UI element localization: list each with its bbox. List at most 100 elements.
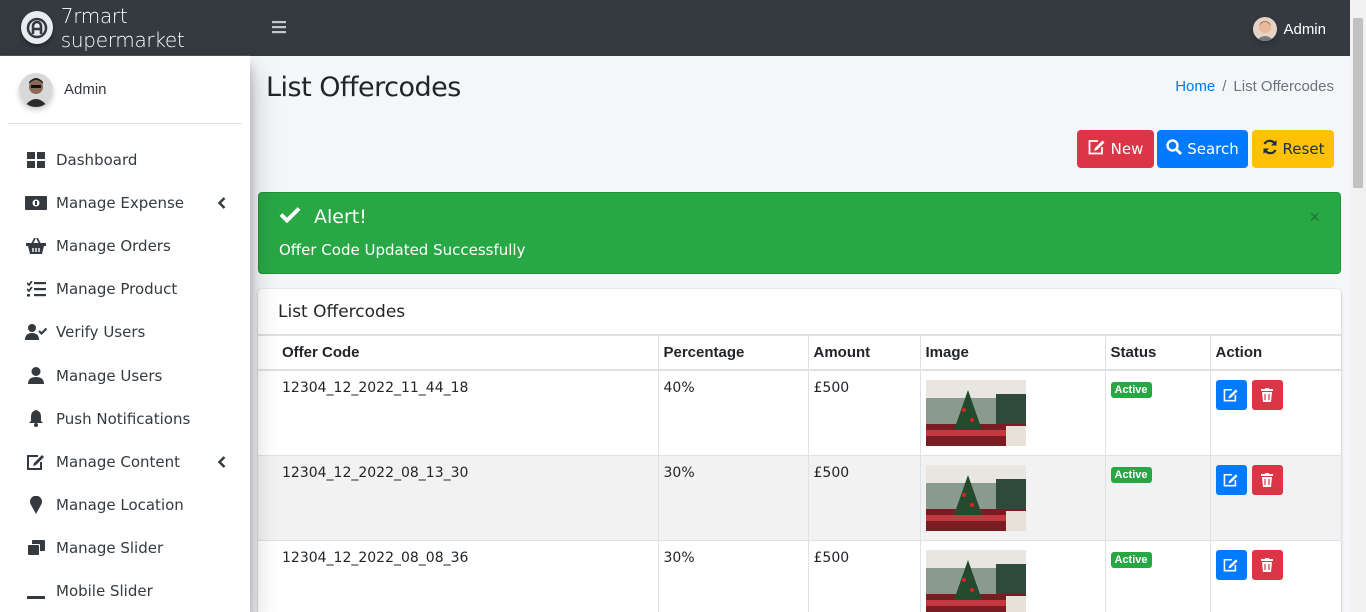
sidebar: Admin Dashboard Manage Expense Manage Or… (0, 56, 250, 612)
sidebar-item-manage-orders[interactable]: Manage Orders (8, 224, 242, 267)
sidebar-user-name[interactable]: Admin (64, 81, 107, 98)
status-badge[interactable]: Active (1110, 381, 1152, 398)
percentage-cell: 40% (657, 369, 809, 456)
column-header-image[interactable]: Image (919, 335, 1106, 371)
table-row: 12304_12_2022_08_13_30 30% £500 Active (258, 454, 1341, 541)
sidebar-item-label: Push Notifications (56, 409, 191, 428)
breadcrumb: Home / List Offercodes (1175, 78, 1334, 95)
top-user-menu[interactable]: Admin (1253, 17, 1326, 41)
table-row: 12304_12_2022_11_44_18 40% £500 Active (258, 369, 1341, 456)
column-header-action[interactable]: Action (1209, 335, 1341, 371)
alert-message: Offer Code Updated Successfully (279, 241, 526, 259)
percentage-cell: 30% (657, 539, 809, 612)
edit-button[interactable] (1215, 379, 1247, 410)
percentage-cell: 30% (657, 454, 809, 541)
top-user-name: Admin (1283, 20, 1326, 38)
dashboard-icon (25, 150, 47, 170)
offer-code-cell: 12304_12_2022_08_08_36 (258, 539, 659, 612)
column-header-percentage[interactable]: Percentage (657, 335, 809, 371)
sidebar-item-label: Verify Users (56, 323, 146, 342)
card-title: List Offercodes (258, 289, 1341, 335)
delete-button[interactable] (1251, 379, 1283, 410)
hamburger-menu-icon[interactable] (272, 20, 286, 39)
alert-title: Alert! (314, 206, 367, 228)
user-check-icon (25, 322, 47, 342)
close-icon[interactable]: × (1309, 207, 1320, 228)
status-badge[interactable]: Active (1110, 551, 1152, 568)
new-button-label: New (1110, 140, 1144, 158)
image-cell (919, 369, 1106, 456)
sidebar-item-manage-slider[interactable]: Manage Slider (8, 527, 242, 570)
offer-image[interactable] (925, 379, 1026, 446)
amount-cell: £500 (807, 539, 921, 612)
brand-name: 7rmart supermarket (60, 3, 185, 52)
sidebar-item-label: Dashboard (56, 150, 138, 169)
edit-button[interactable] (1215, 549, 1247, 580)
brand-link[interactable]: 7rmart supermarket (0, 0, 250, 56)
scrollbar-thumb[interactable] (1353, 18, 1363, 188)
sidebar-item-push-notifications[interactable]: Push Notifications (8, 397, 242, 440)
table-header-row: Offer Code Percentage Amount Image Statu… (258, 335, 1341, 371)
action-cell (1209, 369, 1341, 456)
status-cell: Active (1104, 369, 1211, 456)
sidebar-item-manage-users[interactable]: Manage Users (8, 354, 242, 397)
list-check-icon (25, 279, 47, 299)
minus-icon (25, 581, 47, 601)
breadcrumb-home-link[interactable]: Home (1175, 78, 1215, 95)
sidebar-item-label: Manage Orders (56, 236, 171, 255)
money-icon (25, 193, 47, 213)
status-cell: Active (1104, 539, 1211, 612)
alert-heading: Alert! (279, 206, 367, 228)
sidebar-item-manage-location[interactable]: Manage Location (8, 484, 242, 527)
search-button-label: Search (1187, 140, 1239, 158)
amount-cell: £500 (807, 369, 921, 456)
sidebar-item-label: Manage Content (56, 452, 181, 471)
action-cell (1209, 454, 1341, 541)
sidebar-item-mobile-slider[interactable]: Mobile Slider (8, 570, 242, 612)
brand-logo-icon (21, 11, 53, 44)
offer-code-cell: 12304_12_2022_11_44_18 (258, 369, 659, 456)
breadcrumb-current: List Offercodes (1233, 78, 1334, 95)
slides-icon (25, 538, 47, 558)
breadcrumb-separator: / (1222, 78, 1227, 95)
sidebar-item-dashboard[interactable]: Dashboard (8, 138, 242, 181)
check-icon (279, 206, 301, 228)
column-header-offer-code[interactable]: Offer Code (258, 335, 659, 371)
edit-icon (25, 452, 47, 472)
user-panel[interactable]: Admin (8, 56, 242, 124)
delete-button[interactable] (1251, 549, 1283, 580)
column-header-status[interactable]: Status (1104, 335, 1211, 371)
status-cell: Active (1104, 454, 1211, 541)
chevron-left-icon (217, 454, 226, 472)
sidebar-item-manage-expense[interactable]: Manage Expense (8, 181, 242, 224)
user-avatar (19, 72, 53, 107)
user-icon (25, 366, 47, 386)
status-badge[interactable]: Active (1110, 466, 1152, 483)
offercodes-card: List Offercodes Offer Code Percentage Am… (258, 289, 1341, 612)
sidebar-item-manage-content[interactable]: Manage Content (8, 440, 242, 483)
action-cell (1209, 539, 1341, 612)
page-title: List Offercodes (266, 72, 461, 103)
offer-image[interactable] (925, 464, 1026, 531)
sidebar-item-label: Manage Slider (56, 539, 164, 558)
sidebar-item-label: Manage Location (56, 496, 184, 515)
search-button[interactable]: Search (1157, 130, 1248, 168)
image-cell (919, 539, 1106, 612)
success-alert: Alert! Offer Code Updated Successfully × (258, 192, 1341, 274)
sidebar-item-manage-product[interactable]: Manage Product (8, 268, 242, 311)
page-scrollbar[interactable] (1350, 0, 1366, 612)
sync-icon (1262, 139, 1278, 159)
edit-icon (1088, 139, 1106, 159)
sidebar-item-label: Manage Users (56, 366, 163, 385)
column-header-amount[interactable]: Amount (807, 335, 921, 371)
sidebar-item-verify-users[interactable]: Verify Users (8, 311, 242, 354)
new-button[interactable]: New (1077, 130, 1154, 168)
table-row: 12304_12_2022_08_08_36 30% £500 Active (258, 539, 1341, 612)
edit-button[interactable] (1215, 464, 1247, 495)
delete-button[interactable] (1251, 464, 1283, 495)
reset-button[interactable]: Reset (1252, 130, 1334, 168)
chevron-left-icon (217, 195, 226, 213)
offercodes-table: Offer Code Percentage Amount Image Statu… (258, 335, 1341, 612)
amount-cell: £500 (807, 454, 921, 541)
offer-image[interactable] (925, 549, 1026, 612)
